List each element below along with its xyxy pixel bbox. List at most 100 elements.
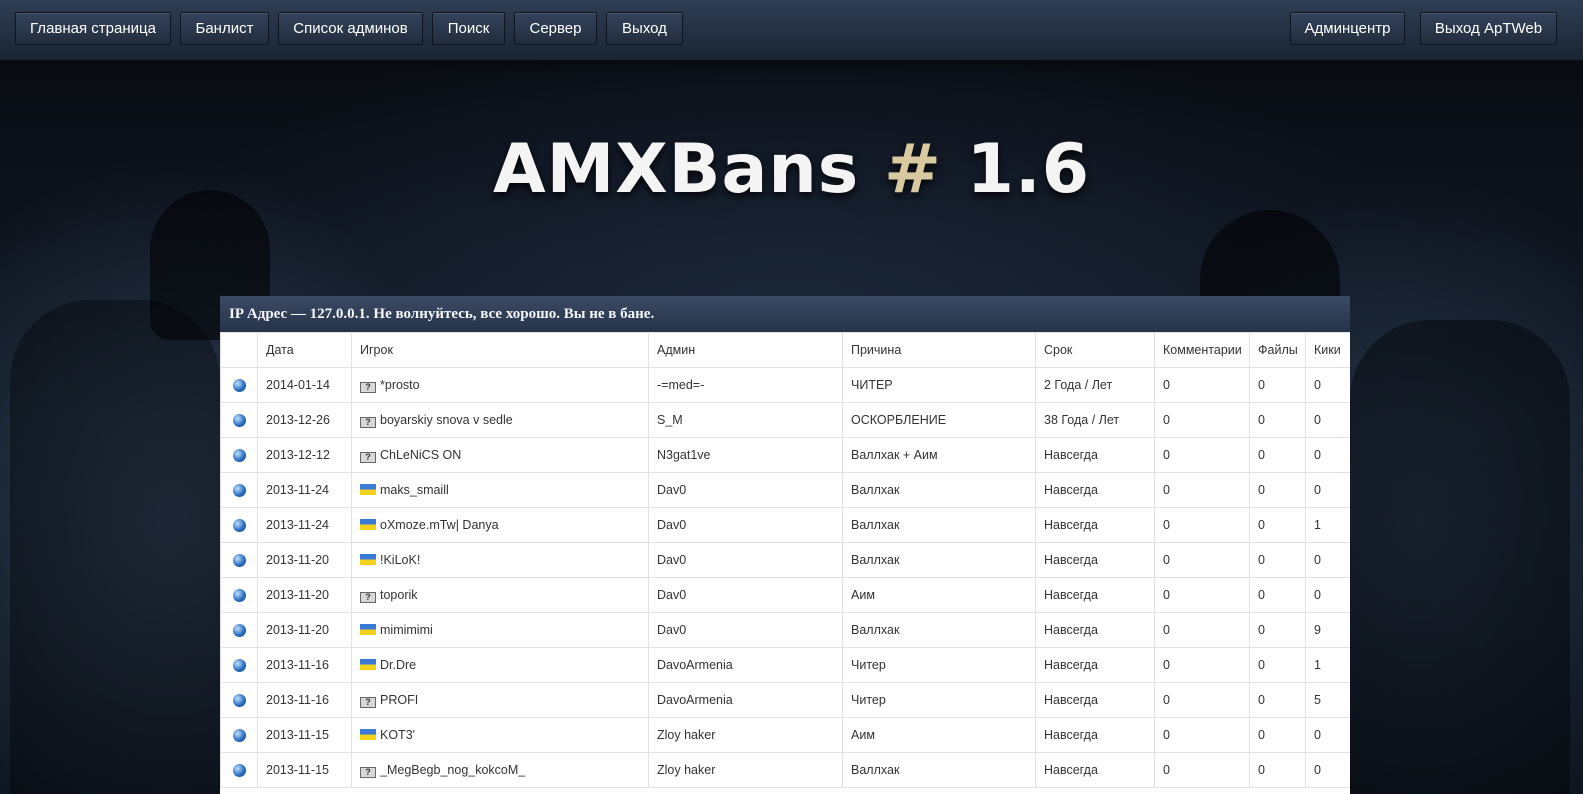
kicks-count: 0 [1305, 472, 1350, 508]
nav-search-button[interactable]: Поиск [432, 12, 505, 45]
ban-reason: ЧИТЕР [842, 367, 1036, 403]
comments-count: 0 [1154, 752, 1250, 788]
ban-term: Навсегда [1035, 542, 1155, 578]
col-admin-header[interactable]: Админ [648, 332, 843, 368]
ukraine-flag-icon [360, 729, 376, 740]
table-row[interactable]: 2013-11-15 KOT3' Zloy haker Аим Навсегда 0 0 0 [220, 717, 1350, 753]
player-cell[interactable]: ? _MegBegb_nog_kokcoM_ [351, 752, 649, 788]
nav-exit-aptweb-button[interactable]: Выход ApTWeb [1420, 12, 1557, 45]
files-count: 0 [1249, 612, 1306, 648]
player-name: toporik [380, 587, 418, 602]
ban-reason: Валлхак + Аим [842, 437, 1036, 473]
files-count: 0 [1249, 577, 1306, 613]
ban-reason: Валлхак [842, 507, 1036, 543]
comments-count: 0 [1154, 507, 1250, 543]
comments-count: 0 [1154, 577, 1250, 613]
table-row[interactable]: 2013-11-15? _MegBegb_nog_kokcoM_ Zloy hake… [220, 752, 1350, 788]
game-mod-cell [220, 577, 258, 613]
ban-date: 2013-11-20 [257, 612, 352, 648]
ban-term: Навсегда [1035, 717, 1155, 753]
files-count: 0 [1249, 752, 1306, 788]
ban-reason: Валлхак [842, 472, 1036, 508]
player-cell[interactable]: mimimimi [351, 612, 649, 648]
player-name: PROFI [380, 692, 419, 707]
player-cell[interactable]: Dr.Dre [351, 647, 649, 683]
ban-term: Навсегда [1035, 437, 1155, 473]
unknown-country-flag-icon: ? [360, 451, 376, 463]
col-term-header[interactable]: Срок [1035, 332, 1155, 368]
nav-logout-button[interactable]: Выход [606, 12, 683, 45]
ban-date: 2014-01-14 [257, 367, 352, 403]
nav-banlist-button[interactable]: Банлист [180, 12, 269, 45]
globe-icon [232, 624, 246, 638]
player-cell[interactable]: ? ChLeNiCS ON [351, 437, 649, 473]
game-mod-cell [220, 402, 258, 438]
player-name: oXmoze.mTw| Danya [380, 518, 499, 532]
kicks-count: 0 [1305, 752, 1350, 788]
ban-date: 2013-11-20 [257, 577, 352, 613]
player-cell[interactable]: KOT3' [351, 717, 649, 753]
table-row[interactable]: 2013-11-20 !KiLoK! Dav0 Валлхак Навсегда 0 0 0 [220, 542, 1350, 578]
globe-icon [232, 379, 246, 393]
kicks-count: 0 [1305, 437, 1350, 473]
col-player-header[interactable]: Игрок [351, 332, 649, 368]
table-row[interactable]: 2013-11-20 mimimimi Dav0 Валлхак Навсегда 0 0 9 [220, 612, 1350, 648]
player-cell[interactable]: maks_smaill [351, 472, 649, 508]
player-name: !KiLoK! [380, 553, 421, 567]
col-mod-header [220, 332, 258, 368]
unknown-country-flag-icon: ? [360, 766, 376, 778]
player-cell[interactable]: oXmoze.mTw| Danya [351, 507, 649, 543]
table-row[interactable]: 2013-11-20? toporik Dav0 Аим Навсегда 0 0 0 [220, 577, 1350, 613]
background-soldier-left-body [10, 300, 220, 794]
table-header-row: Дата Игрок Админ Причина Срок Комментари… [220, 332, 1350, 368]
table-row[interactable]: 2013-11-24 maks_smaill Dav0 Валлхак Навсегда… [220, 472, 1350, 508]
table-row[interactable]: 2014-01-14? *prosto -=med=- ЧИТЕР 2 Года / Л… [220, 367, 1350, 403]
admin-name: DavoArmenia [648, 682, 843, 718]
nav-server-button[interactable]: Сервер [514, 12, 597, 45]
game-mod-cell [220, 717, 258, 753]
admin-name: Dav0 [648, 577, 843, 613]
table-row[interactable]: 2013-12-26? boyarskiy snova v sedle S_M ОСК… [220, 402, 1350, 438]
col-files-header[interactable]: Файлы [1249, 332, 1306, 368]
col-reason-header[interactable]: Причина [842, 332, 1036, 368]
player-cell[interactable]: ? *prosto [351, 367, 649, 403]
game-mod-cell [220, 437, 258, 473]
player-cell[interactable]: ? PROFI [351, 682, 649, 718]
globe-icon [232, 414, 246, 428]
ban-reason: Читер [842, 647, 1036, 683]
table-row[interactable]: 2013-11-24 oXmoze.mTw| Danya Dav0 Валлхак На… [220, 507, 1350, 543]
kicks-count: 1 [1305, 647, 1350, 683]
col-comments-header[interactable]: Комментарии [1154, 332, 1250, 368]
admin-name: S_M [648, 402, 843, 438]
game-mod-cell [220, 542, 258, 578]
ban-date: 2013-11-15 [257, 752, 352, 788]
banlist-table: Дата Игрок Админ Причина Срок Комментари… [220, 332, 1350, 788]
unknown-country-flag-icon: ? [360, 381, 376, 393]
files-count: 0 [1249, 367, 1306, 403]
game-mod-cell [220, 507, 258, 543]
admin-name: Dav0 [648, 542, 843, 578]
nav-home-button[interactable]: Главная страница [15, 12, 171, 45]
ban-reason: Валлхак [842, 542, 1036, 578]
background-soldier-right-body [1350, 320, 1570, 794]
table-row[interactable]: 2013-11-16? PROFI DavoArmenia Читер Навсегда… [220, 682, 1350, 718]
ukraine-flag-icon [360, 554, 376, 565]
nav-admin-list-button[interactable]: Список админов [278, 12, 423, 45]
col-kicks-header[interactable]: Кики [1305, 332, 1350, 368]
player-name: mimimimi [380, 623, 433, 637]
player-cell[interactable]: !KiLoK! [351, 542, 649, 578]
ban-reason: Валлхак [842, 612, 1036, 648]
ban-term: Навсегда [1035, 752, 1155, 788]
col-date-header[interactable]: Дата [257, 332, 352, 368]
files-count: 0 [1249, 402, 1306, 438]
admin-name: -=med=- [648, 367, 843, 403]
player-cell[interactable]: ? boyarskiy snova v sedle [351, 402, 649, 438]
nav-admin-center-button[interactable]: Админцентр [1290, 12, 1405, 45]
globe-icon [232, 589, 246, 603]
game-mod-cell [220, 752, 258, 788]
table-row[interactable]: 2013-12-12? ChLeNiCS ON N3gat1ve Валлхак + … [220, 437, 1350, 473]
table-row[interactable]: 2013-11-16 Dr.Dre DavoArmenia Читер Навсегда… [220, 647, 1350, 683]
comments-count: 0 [1154, 367, 1250, 403]
ban-date: 2013-11-16 [257, 682, 352, 718]
player-cell[interactable]: ? toporik [351, 577, 649, 613]
